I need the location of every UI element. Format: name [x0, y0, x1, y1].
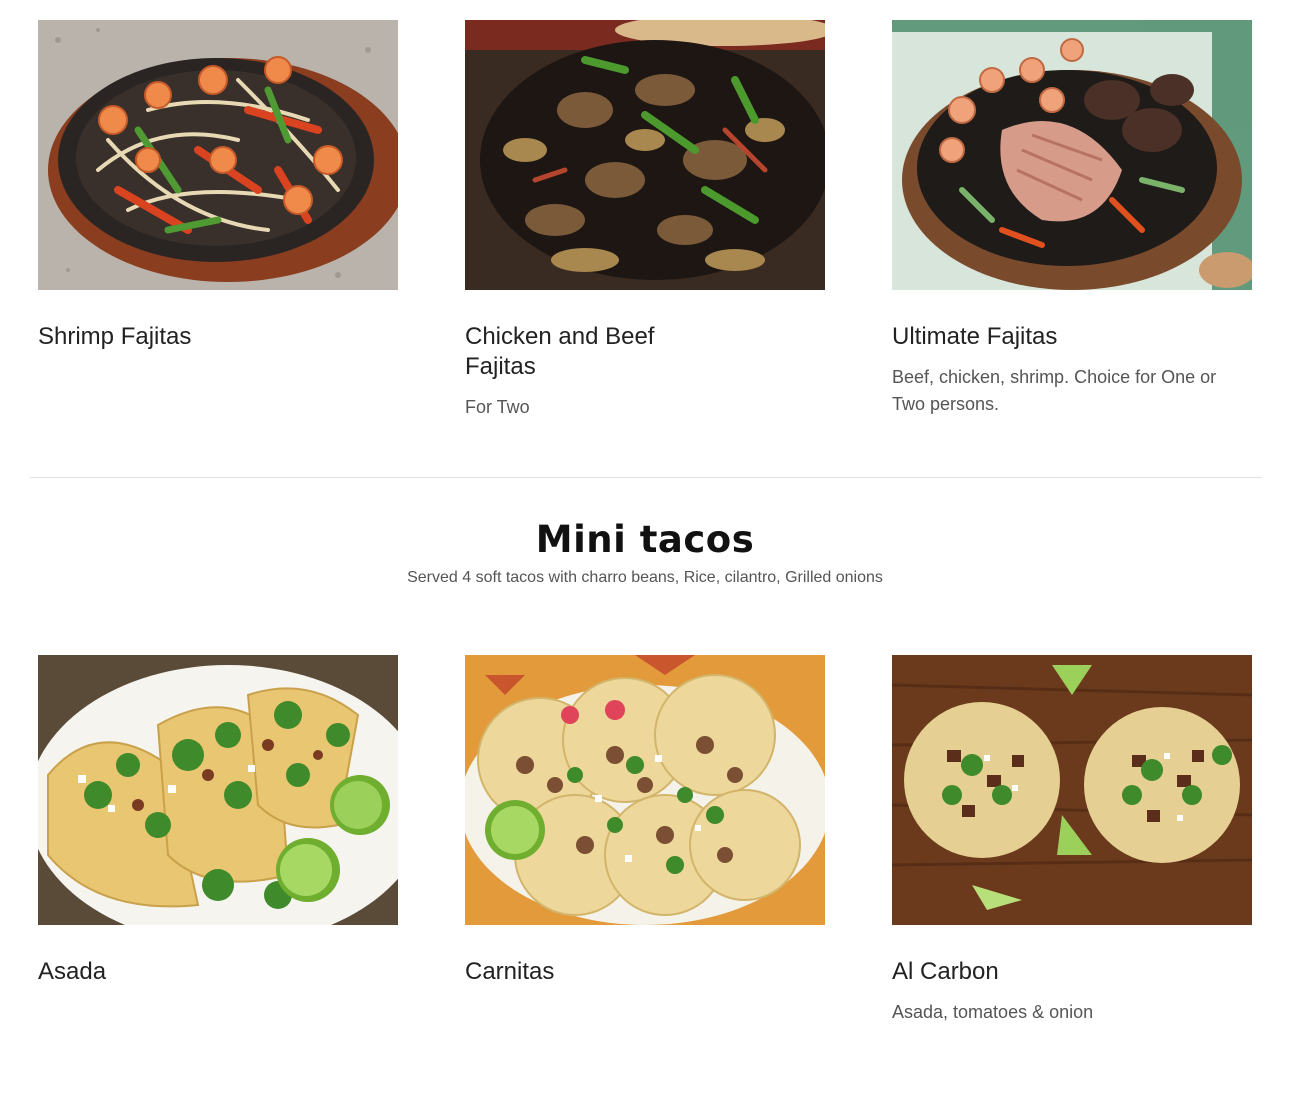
item-title: Asada — [38, 958, 107, 985]
menu-item-card[interactable]: Al Carbon Asada, tomatoes & onion — [892, 655, 1252, 1026]
shrimp-fajitas-photo[interactable] — [38, 20, 398, 290]
menu-item-card[interactable]: Carnitas — [465, 655, 825, 987]
al-carbon-tacos-photo[interactable] — [892, 655, 1252, 925]
menu-item-card[interactable]: Asada — [38, 655, 398, 987]
chicken-beef-fajitas-photo[interactable] — [465, 20, 825, 290]
menu-item-card[interactable]: Chicken and Beef Fajitas For Two — [465, 20, 825, 421]
item-description: For Two — [465, 397, 530, 417]
section-title: Mini tacos — [535, 518, 755, 561]
section-divider — [30, 477, 1262, 478]
menu-item-card[interactable]: Shrimp Fajitas — [38, 20, 398, 352]
mini-tacos-section-header: Mini tacos Served 4 soft tacos with char… — [0, 515, 1290, 589]
item-title: Al Carbon — [892, 958, 999, 985]
item-title: Shrimp Fajitas — [38, 323, 192, 350]
menu-page: Shrimp Fajitas Chicken and Beef Fajitas … — [0, 0, 1290, 1103]
item-title: Carnitas — [465, 958, 555, 985]
item-title: Chicken and Beef Fajitas — [465, 323, 655, 380]
asada-tacos-photo[interactable] — [38, 655, 398, 925]
section-subtitle: Served 4 soft tacos with charro beans, R… — [407, 569, 883, 586]
item-description: Asada, tomatoes & onion — [892, 1002, 1094, 1022]
item-title: Ultimate Fajitas — [892, 323, 1058, 350]
item-description: Beef, chicken, shrimp. Choice for One or… — [892, 367, 1217, 414]
ultimate-fajitas-photo[interactable] — [892, 20, 1252, 290]
menu-item-card[interactable]: Ultimate Fajitas Beef, chicken, shrimp. … — [892, 20, 1252, 418]
carnitas-tacos-photo[interactable] — [465, 655, 825, 925]
